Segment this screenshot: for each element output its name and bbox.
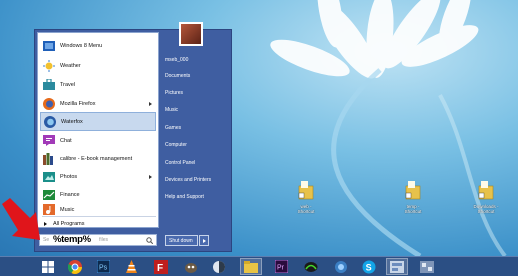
- desktop-shortcut-downloads[interactable]: Downloads - Shortcut: [466, 180, 506, 220]
- premiere-icon: Pr: [274, 260, 288, 273]
- svg-text:Pr: Pr: [277, 265, 285, 272]
- taskbar-filezilla[interactable]: F: [150, 258, 172, 275]
- app-item-firefox[interactable]: Mozilla Firefox: [40, 94, 156, 113]
- desktop-icon-label: temp - Shortcut: [404, 204, 422, 214]
- folder-shortcut-icon: [478, 181, 494, 200]
- place-item-documents[interactable]: Documents: [161, 69, 231, 82]
- search-icon[interactable]: [146, 237, 153, 244]
- start-button[interactable]: [37, 258, 59, 275]
- taskbar-app[interactable]: [386, 258, 408, 275]
- folder-shortcut-icon: [298, 181, 314, 200]
- place-item-pictures[interactable]: Pictures: [161, 86, 231, 99]
- app-item-music[interactable]: Music: [40, 203, 156, 216]
- programs-pane: Windows 8 Menu Weather Travel Mozilla Fi…: [37, 32, 159, 228]
- taskbar-settings[interactable]: [416, 258, 438, 275]
- media-player-icon: [213, 260, 225, 273]
- svg-text:F: F: [157, 263, 163, 274]
- app-label: Windows 8 Menu: [60, 42, 103, 49]
- app-icon: [390, 260, 404, 273]
- network-icon: [335, 260, 347, 273]
- menu-separator: [42, 216, 156, 217]
- chat-icon: [42, 134, 55, 147]
- waterfox-icon: [43, 115, 56, 128]
- all-programs-label: All Programs: [53, 220, 85, 227]
- svg-text:S: S: [366, 262, 372, 272]
- place-item-user[interactable]: mseb_000: [161, 53, 231, 66]
- app-label: Waterfox: [61, 118, 83, 125]
- windows-logo-icon: [42, 260, 54, 273]
- taskbar-file-explorer[interactable]: [240, 258, 262, 275]
- taskbar: Ps F Pr S: [0, 256, 518, 276]
- taskbar-vlc[interactable]: [120, 258, 142, 275]
- razer-icon: [304, 261, 318, 272]
- app-item-windows8-menu[interactable]: Windows 8 Menu: [40, 36, 156, 55]
- taskbar-media-player[interactable]: [208, 258, 230, 275]
- user-avatar[interactable]: [179, 22, 203, 46]
- firefox-icon: [42, 97, 55, 110]
- photos-icon: [42, 170, 55, 183]
- file-explorer-icon: [244, 260, 258, 273]
- shutdown-button[interactable]: Shut down: [165, 235, 198, 246]
- windows8-menu-icon: [42, 39, 55, 52]
- weather-icon: [42, 59, 55, 72]
- app-item-chat[interactable]: Chat: [40, 131, 156, 150]
- desktop-icon-label: web - Shortcut: [297, 204, 315, 214]
- red-arrow-annotation: [2, 198, 40, 240]
- place-item-help-support[interactable]: Help and Support: [161, 190, 231, 203]
- app-item-weather[interactable]: Weather: [40, 56, 156, 75]
- filezilla-icon: F: [154, 259, 168, 274]
- folder-shortcut-icon: [405, 181, 421, 200]
- place-item-devices-printers[interactable]: Devices and Printers: [161, 173, 231, 186]
- app-label: Music: [60, 206, 75, 213]
- settings-icon: [420, 260, 434, 273]
- app-label: Chat: [60, 137, 72, 144]
- search-input[interactable]: Se files %temp%: [39, 234, 157, 246]
- start-menu: Windows 8 Menu Weather Travel Mozilla Fi…: [34, 22, 232, 252]
- shutdown-options-button[interactable]: [199, 235, 209, 246]
- taskbar-skype[interactable]: S: [358, 258, 380, 275]
- gimp-icon: [185, 263, 197, 273]
- app-label: Weather: [60, 62, 81, 69]
- search-value: %temp%: [53, 234, 91, 245]
- place-item-music[interactable]: Music: [161, 103, 231, 116]
- taskbar-razer[interactable]: [300, 258, 322, 275]
- desktop-shortcut-web[interactable]: web - Shortcut: [286, 180, 326, 220]
- app-label: Finance: [60, 191, 80, 198]
- app-label: Photos: [60, 173, 78, 180]
- submenu-arrow-icon: [149, 174, 152, 179]
- place-item-computer[interactable]: Computer: [161, 138, 231, 151]
- app-item-travel[interactable]: Travel: [40, 75, 156, 94]
- desktop-shortcut-temp[interactable]: temp - Shortcut: [393, 180, 433, 220]
- svg-text:Ps: Ps: [99, 265, 108, 272]
- desktop-icon-label: Downloads - Shortcut: [473, 204, 499, 214]
- taskbar-chrome[interactable]: [64, 258, 86, 275]
- taskbar-premiere[interactable]: Pr: [270, 258, 292, 275]
- skype-icon: S: [362, 260, 376, 273]
- travel-icon: [42, 78, 55, 91]
- place-item-games[interactable]: Games: [161, 121, 231, 134]
- app-label: calibre - E-book management: [60, 155, 133, 162]
- app-item-calibre[interactable]: calibre - E-book management: [40, 149, 156, 168]
- arrow-right-icon: [202, 238, 206, 243]
- calibre-icon: [42, 152, 55, 165]
- taskbar-network[interactable]: [330, 258, 352, 275]
- taskbar-photoshop[interactable]: Ps: [92, 258, 114, 275]
- place-item-control-panel[interactable]: Control Panel: [161, 156, 231, 169]
- app-item-photos[interactable]: Photos: [40, 167, 156, 186]
- all-programs-button[interactable]: All Programs: [42, 219, 84, 228]
- taskbar-gimp[interactable]: [180, 258, 202, 275]
- app-label: Mozilla Firefox: [60, 100, 96, 107]
- app-item-finance[interactable]: Finance: [40, 185, 156, 204]
- submenu-arrow-icon: [149, 101, 152, 106]
- app-label: Travel: [60, 81, 76, 88]
- vlc-icon: [125, 259, 137, 273]
- app-item-waterfox[interactable]: Waterfox: [40, 112, 156, 131]
- chrome-icon: [68, 259, 82, 274]
- photoshop-icon: Ps: [96, 260, 110, 273]
